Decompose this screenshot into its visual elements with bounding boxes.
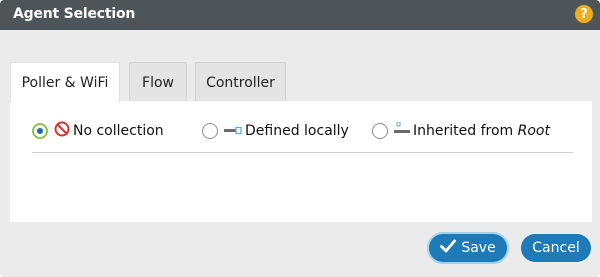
tab-label: Flow	[142, 74, 174, 91]
cancel-label: Cancel	[532, 240, 580, 256]
tab-label: Controller	[206, 74, 275, 91]
dialog-titlebar: Agent Selection ?	[0, 0, 600, 30]
inherited-connector-icon	[394, 121, 410, 140]
save-label: Save	[461, 240, 496, 256]
cancel-button[interactable]: Cancel	[521, 234, 591, 262]
collection-options: No collection Defined locally Inherited …	[32, 121, 573, 153]
help-icon[interactable]: ?	[575, 5, 593, 23]
radio-inherited[interactable]	[372, 123, 388, 139]
option-label-prefix: Inherited from	[413, 123, 518, 139]
tab-poller-wifi[interactable]: Poller & WiFi	[10, 62, 120, 103]
check-icon	[440, 239, 457, 257]
root-label: Root	[517, 123, 550, 139]
no-entry-icon	[54, 121, 70, 141]
option-label: No collection	[73, 123, 164, 139]
radio-no-collection[interactable]	[32, 123, 48, 139]
tab-label: Poller & WiFi	[21, 75, 109, 91]
radio-defined-locally[interactable]	[202, 123, 218, 139]
option-label: Defined locally	[245, 123, 349, 139]
dialog-title: Agent Selection	[13, 6, 136, 22]
agent-selection-dialog: Agent Selection ? Poller & WiFi Flow Con…	[0, 0, 600, 277]
local-connector-icon	[224, 123, 242, 139]
save-button[interactable]: Save	[429, 234, 507, 262]
option-defined-locally[interactable]: Defined locally	[202, 121, 349, 141]
option-no-collection[interactable]: No collection	[32, 121, 164, 141]
option-label: Inherited from Root	[413, 123, 550, 139]
tab-panel: No collection Defined locally Inherited …	[10, 101, 592, 222]
tab-controller[interactable]: Controller	[195, 62, 286, 102]
option-inherited-from-root[interactable]: Inherited from Root	[372, 121, 550, 141]
tab-flow[interactable]: Flow	[129, 62, 187, 102]
